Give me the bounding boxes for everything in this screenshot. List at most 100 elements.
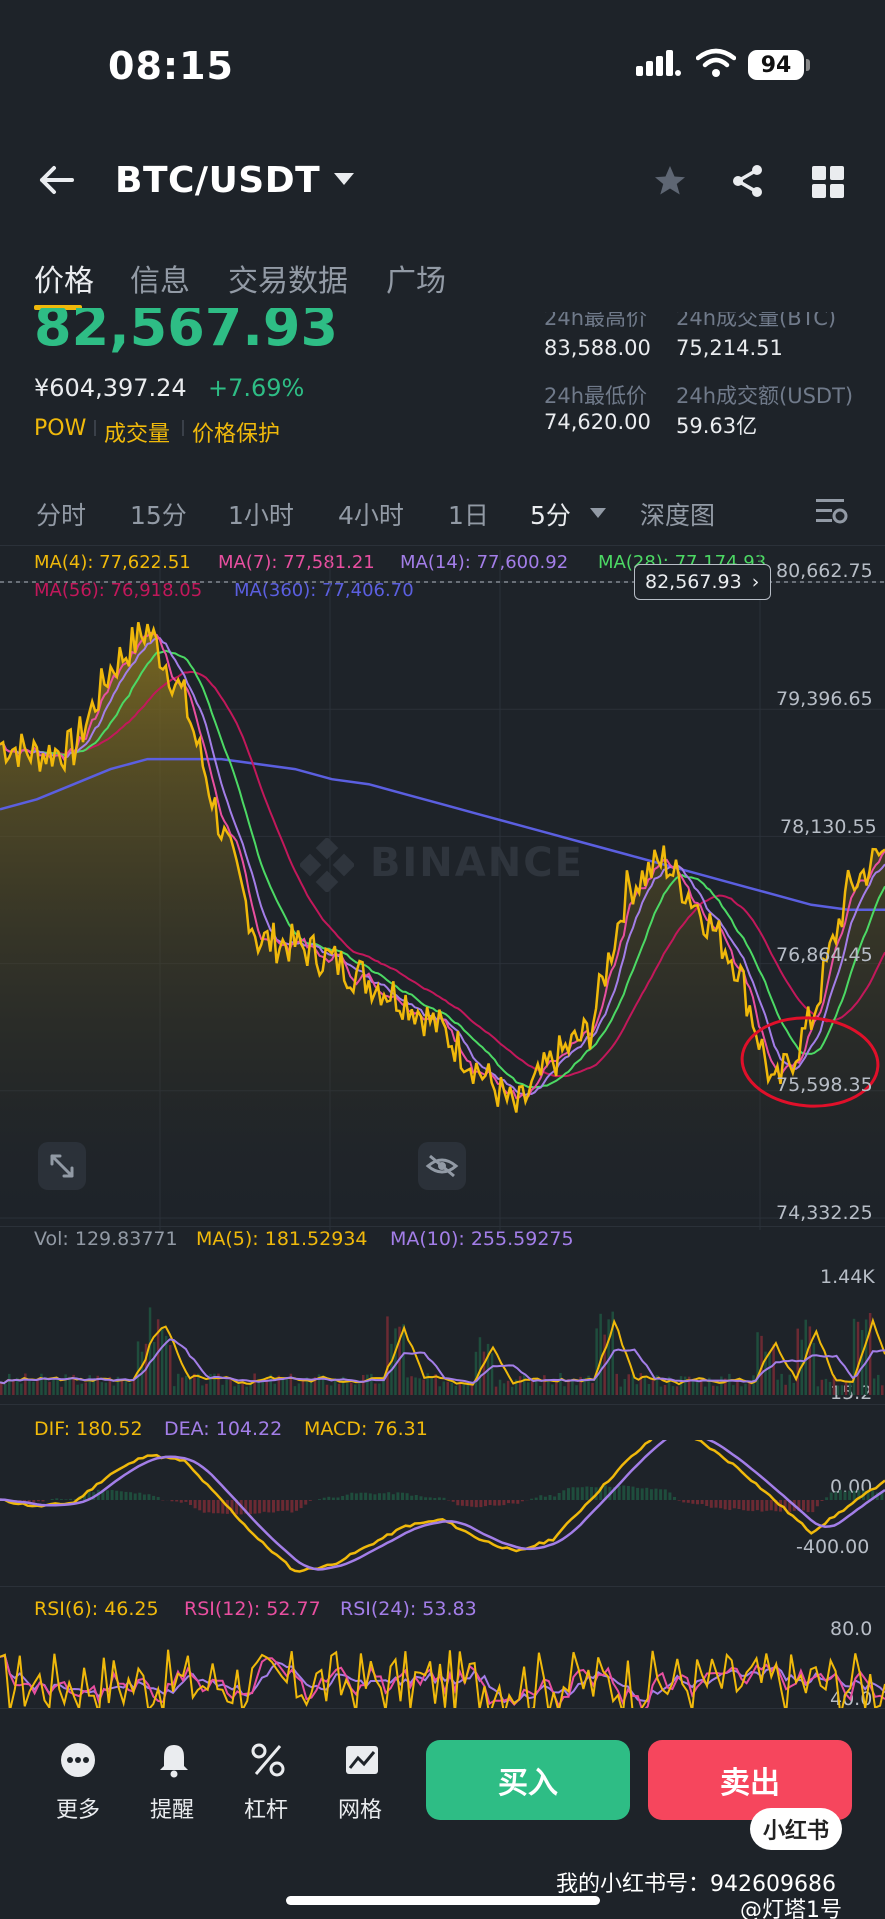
tag-volume[interactable]: 成交量: [104, 416, 170, 448]
tag-pow[interactable]: POW: [34, 416, 86, 441]
battery-tip: [806, 59, 810, 71]
macd-bar: [410, 1495, 414, 1500]
volume-bar: [378, 1383, 381, 1395]
trading-pair-title[interactable]: BTC/USDT: [115, 160, 320, 201]
volume-bar: [430, 1376, 433, 1395]
volume-bar: [643, 1376, 647, 1395]
macd-bar: [631, 1486, 635, 1500]
more-icon[interactable]: [60, 1742, 96, 1782]
macd-bar: [147, 1494, 151, 1500]
stat-high-label: 24h最高价: [544, 312, 648, 328]
volume-bar: [466, 1384, 470, 1395]
volume-bar: [780, 1373, 783, 1395]
fullscreen-expand-icon[interactable]: [38, 1142, 86, 1190]
price-axis-label: 74,332.25: [776, 1202, 873, 1224]
volume-bar: [201, 1385, 204, 1395]
macd-bar: [405, 1493, 409, 1500]
leverage-label[interactable]: 杠杆: [244, 1792, 288, 1824]
volume-bar: [732, 1385, 735, 1395]
macd-bar: [755, 1500, 759, 1511]
volume-bar: [237, 1384, 240, 1395]
chart-settings-icon[interactable]: [816, 496, 848, 530]
volume-bar: [293, 1386, 297, 1395]
divider: [0, 545, 885, 546]
brand-watermark: @灯塔1号: [740, 1898, 842, 1919]
interval-depth-chart[interactable]: 深度图: [640, 496, 715, 532]
tab-info[interactable]: 信息: [130, 256, 190, 300]
tab-trading-data[interactable]: 交易数据: [228, 256, 348, 300]
tab-price[interactable]: 价格: [34, 256, 94, 300]
macd-bar: [50, 1499, 54, 1500]
macd-bar: [852, 1490, 856, 1500]
macd-bar: [359, 1492, 363, 1500]
volume-bar: [0, 1382, 3, 1395]
interval-dropdown-icon[interactable]: [590, 508, 606, 518]
interval-4h[interactable]: 4小时: [338, 496, 404, 532]
macd-bar: [281, 1500, 285, 1511]
volume-bar: [410, 1376, 413, 1395]
volume-bar: [872, 1378, 876, 1395]
volume-bar: [720, 1376, 723, 1395]
volume-bar: [124, 1379, 128, 1395]
volume-bar: [663, 1385, 667, 1395]
macd-bar: [290, 1500, 294, 1513]
bell-icon[interactable]: [156, 1742, 192, 1782]
price-change-percent: +7.69%: [208, 374, 305, 402]
volume-bar: [112, 1385, 116, 1395]
macd-bar: [391, 1494, 395, 1500]
volume-bar: [358, 1383, 361, 1395]
macd-bar: [645, 1487, 649, 1500]
macd-bar: [548, 1495, 552, 1500]
interval-5m[interactable]: 5分: [530, 496, 571, 532]
more-label[interactable]: 更多: [56, 1792, 100, 1824]
buy-button[interactable]: 买入: [426, 1740, 630, 1820]
price-axis-label: 79,396.65: [776, 688, 873, 710]
macd-bar: [511, 1500, 515, 1504]
alert-label[interactable]: 提醒: [150, 1792, 194, 1824]
interval-timeline[interactable]: 分时: [36, 496, 86, 532]
macd-bar: [138, 1492, 142, 1500]
wifi-icon: [695, 48, 737, 82]
macd-dea-legend: DEA: 104.22: [164, 1418, 283, 1440]
grid-menu-icon[interactable]: [812, 166, 844, 202]
divider: [0, 1586, 885, 1587]
interval-1h[interactable]: 1小时: [228, 496, 294, 532]
volume-bar: [683, 1376, 687, 1395]
volume-bar: [852, 1318, 856, 1395]
tag-price-protection[interactable]: 价格保护: [192, 416, 280, 448]
volume-bar: [64, 1374, 67, 1395]
volume-bar: [285, 1378, 289, 1395]
macd-bar: [848, 1490, 852, 1500]
share-icon[interactable]: [730, 163, 766, 203]
volume-bar: [60, 1386, 63, 1395]
volume-bar: [671, 1386, 675, 1395]
hide-eye-icon[interactable]: [418, 1142, 466, 1190]
interval-15m[interactable]: 15分: [130, 496, 187, 532]
leverage-icon[interactable]: [250, 1742, 286, 1782]
tab-square[interactable]: 广场: [386, 256, 446, 300]
macd-dif-legend: DIF: 180.52: [34, 1418, 143, 1440]
macd-bar: [442, 1497, 446, 1500]
macd-value-legend: MACD: 76.31: [304, 1418, 428, 1440]
volume-bar: [651, 1378, 655, 1395]
volume-bar: [539, 1385, 542, 1395]
macd-bar: [322, 1497, 326, 1500]
volume-bar: [406, 1377, 409, 1395]
stat-low-label: 24h最低价: [544, 384, 648, 408]
favorite-star-icon[interactable]: [652, 163, 688, 203]
pair-dropdown-icon[interactable]: [334, 173, 354, 185]
macd-bar: [396, 1492, 400, 1500]
current-price-tag[interactable]: 82,567.93 ›: [634, 564, 771, 600]
volume-bar: [297, 1383, 301, 1395]
macd-bar: [262, 1500, 266, 1512]
volume-bar: [555, 1381, 558, 1395]
grid-trading-icon[interactable]: [344, 1742, 380, 1782]
volume-bar: [768, 1351, 771, 1395]
grid-label[interactable]: 网格: [338, 1792, 382, 1824]
macd-bar: [69, 1498, 73, 1500]
back-arrow-icon[interactable]: [36, 160, 80, 204]
macd-bar: [216, 1500, 220, 1514]
macd-bar: [119, 1491, 123, 1500]
interval-1d[interactable]: 1日: [448, 496, 489, 532]
volume-bar: [828, 1381, 832, 1395]
